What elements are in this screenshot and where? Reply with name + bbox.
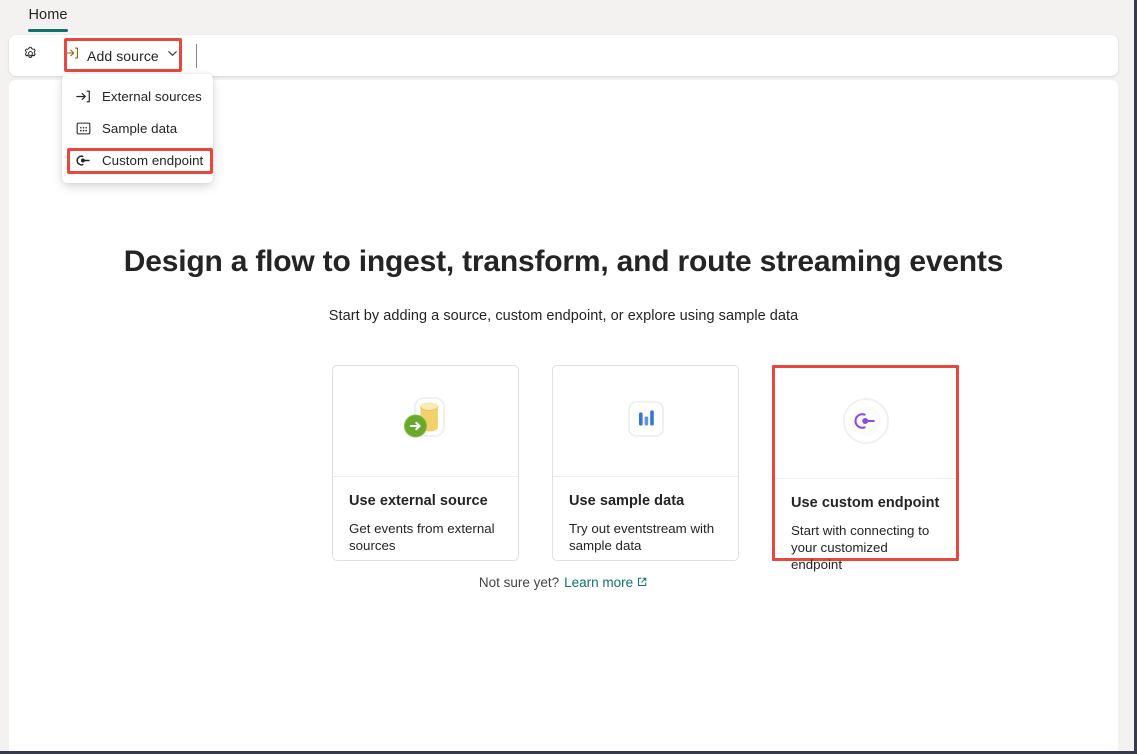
page-subtitle: Start by adding a source, custom endpoin… bbox=[9, 282, 1118, 324]
tab-strip: Home bbox=[0, 0, 1134, 32]
menu-item-custom-endpoint-label: Custom endpoint bbox=[102, 153, 203, 168]
menu-item-sample-data-label: Sample data bbox=[102, 121, 177, 136]
learn-more-label: Learn more bbox=[564, 575, 633, 590]
card-artwork bbox=[775, 368, 956, 479]
menu-item-custom-endpoint[interactable]: Custom endpoint bbox=[62, 144, 213, 176]
add-source-button[interactable]: Add source bbox=[57, 41, 187, 71]
add-source-dropdown-menu: External sources Sample data bbox=[62, 74, 213, 183]
chevron-down-icon bbox=[166, 47, 179, 65]
import-arrow-icon bbox=[64, 45, 80, 66]
add-source-menu-wrapper: Add source bbox=[57, 41, 187, 71]
settings-button[interactable] bbox=[14, 40, 46, 72]
toolbar-divider bbox=[196, 44, 197, 68]
learn-more-link[interactable]: Learn more bbox=[564, 575, 648, 590]
bar-chart-tile-icon bbox=[620, 393, 672, 450]
card-artwork bbox=[553, 366, 738, 477]
card-description: Try out eventstream with sample data bbox=[569, 520, 722, 554]
custom-endpoint-connector-icon bbox=[74, 151, 92, 169]
card-description: Get events from external sources bbox=[349, 520, 502, 554]
database-with-green-arrow-icon bbox=[398, 393, 454, 450]
card-body: Use external source Get events from exte… bbox=[333, 477, 518, 554]
menu-item-sample-data[interactable]: Sample data bbox=[62, 112, 213, 144]
source-option-cards: Use external source Get events from exte… bbox=[332, 365, 959, 561]
card-artwork bbox=[333, 366, 518, 477]
app-window: Home Add source bbox=[0, 0, 1137, 754]
tab-home-active-indicator bbox=[28, 29, 68, 32]
command-toolbar: Add source bbox=[9, 35, 1118, 76]
learn-more-footer: Not sure yet? Learn more bbox=[9, 575, 1118, 591]
card-use-custom-endpoint[interactable]: Use custom endpoint Start with connectin… bbox=[772, 365, 959, 561]
card-title: Use sample data bbox=[569, 491, 722, 511]
import-arrow-icon bbox=[74, 87, 92, 105]
card-body: Use sample data Try out eventstream with… bbox=[553, 477, 738, 554]
tab-home[interactable]: Home bbox=[22, 3, 74, 32]
card-use-external-source[interactable]: Use external source Get events from exte… bbox=[332, 365, 519, 561]
sample-data-grid-icon bbox=[74, 119, 92, 137]
card-body: Use custom endpoint Start with connectin… bbox=[775, 479, 956, 573]
external-link-icon bbox=[636, 576, 648, 591]
card-title: Use external source bbox=[349, 491, 502, 511]
tab-home-label: Home bbox=[28, 3, 67, 26]
card-title: Use custom endpoint bbox=[791, 493, 940, 513]
not-sure-yet-label: Not sure yet? bbox=[479, 575, 559, 590]
gear-icon bbox=[22, 45, 39, 67]
menu-item-external-sources-label: External sources bbox=[102, 89, 202, 104]
custom-endpoint-circle-icon bbox=[839, 394, 893, 453]
add-source-label: Add source bbox=[87, 48, 159, 64]
card-use-sample-data[interactable]: Use sample data Try out eventstream with… bbox=[552, 365, 739, 561]
card-description: Start with connecting to your customized… bbox=[791, 522, 940, 573]
menu-item-external-sources[interactable]: External sources bbox=[62, 80, 213, 112]
